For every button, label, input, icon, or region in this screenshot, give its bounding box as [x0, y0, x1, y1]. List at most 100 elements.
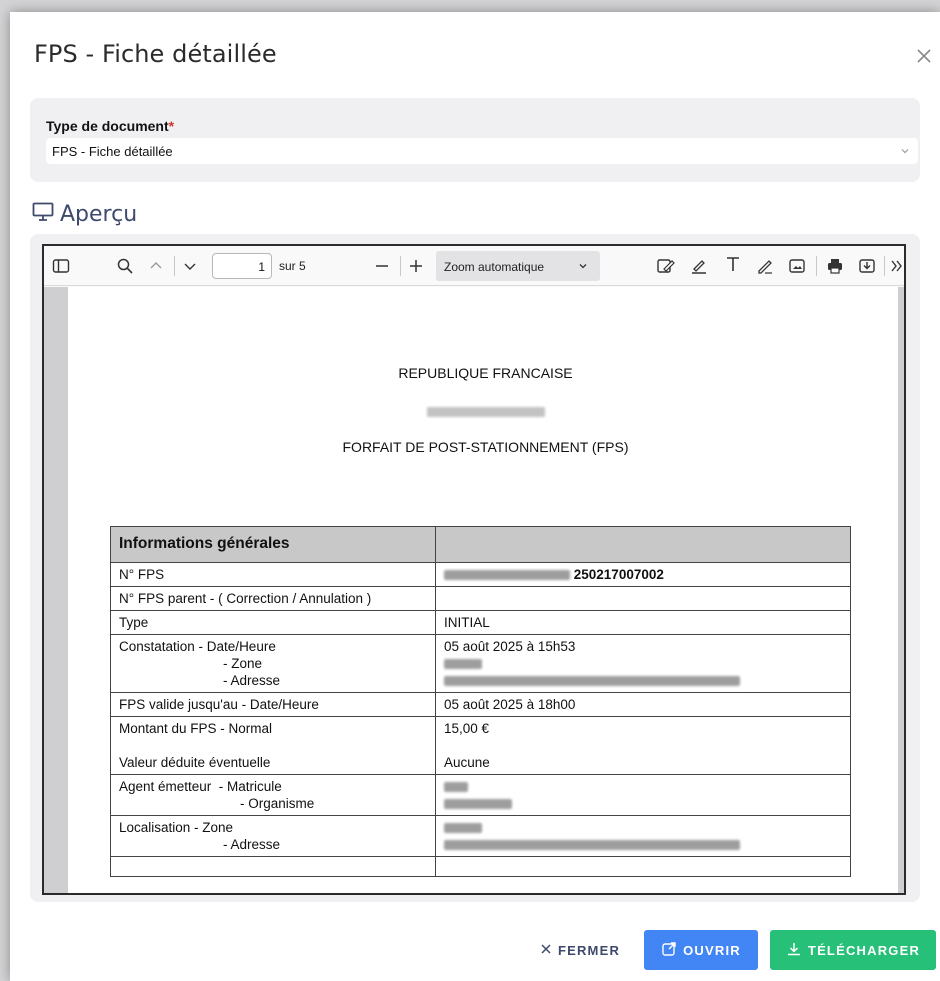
text-icon[interactable] — [724, 252, 742, 276]
table-row: Montant du FPS - Normal Valeur déduite é… — [110, 716, 851, 775]
constat-adresse-value — [444, 672, 842, 689]
zoom-value: Zoom automatique — [444, 260, 545, 274]
deduite-label: Valeur déduite éventuelle — [119, 755, 271, 770]
constat-zone: - Zone — [223, 656, 263, 671]
download-button-label: TÉLÉCHARGER — [807, 942, 921, 958]
toolbar-separator — [884, 256, 885, 276]
loc-label: Localisation - Zone — [119, 820, 234, 835]
document-type-selected: FPS - Fiche détaillée — [52, 144, 173, 159]
chevron-down-icon[interactable] — [182, 254, 198, 278]
row-value — [435, 815, 851, 857]
download-button[interactable]: TÉLÉCHARGER — [770, 930, 936, 970]
row-value: 250217007002 — [435, 562, 851, 587]
monitor-icon — [32, 202, 54, 227]
close-icon — [540, 943, 552, 958]
print-icon[interactable] — [826, 254, 844, 278]
row-value — [435, 586, 851, 611]
zoom-in-icon[interactable] — [408, 254, 424, 278]
row-label: N° FPS parent - ( Correction / Annulatio… — [110, 586, 436, 611]
agent-organisme-value — [444, 795, 842, 812]
highlight-icon[interactable] — [656, 254, 676, 278]
preview-heading: Aperçu — [32, 200, 137, 228]
download-icon[interactable] — [858, 254, 876, 278]
search-icon[interactable] — [116, 254, 134, 278]
row-value: 05 août 2025 à 18h00 — [435, 692, 851, 717]
montant-label: Montant du FPS - Normal — [119, 721, 273, 736]
more-tools-icon[interactable] — [890, 254, 904, 278]
open-button-label: OUVRIR — [683, 942, 741, 958]
table-header-row: Informations générales — [110, 526, 851, 563]
row-label: Agent émetteur - Matricule - Organisme — [110, 774, 436, 816]
pdf-toolbar: 1 sur 5 Zoom automatique — [44, 246, 904, 286]
table-header-cell: Informations générales — [110, 526, 436, 563]
row-value: 15,00 € Aucune — [435, 716, 851, 775]
fps-number: 250217007002 — [573, 567, 664, 582]
row-label: Type — [110, 610, 436, 635]
close-icon[interactable] — [912, 44, 936, 68]
row-value: INITIAL — [435, 610, 851, 635]
agent-matricule-value — [444, 778, 842, 795]
table-header-empty — [435, 526, 851, 563]
page-count: sur 5 — [279, 259, 306, 273]
table-row: Agent émetteur - Matricule - Organisme — [110, 774, 851, 816]
chevron-down-icon — [900, 144, 910, 159]
toolbar-separator — [174, 256, 175, 276]
chevron-down-icon — [578, 260, 588, 274]
doc-heading-republique: REPUBLIQUE FRANCAISE — [398, 365, 573, 381]
table-row — [110, 856, 851, 877]
close-button[interactable]: FERMER — [530, 930, 630, 970]
download-icon — [786, 941, 802, 960]
document-modal: FPS - Fiche détaillée Type de document* … — [10, 12, 940, 981]
constat-label: Constatation - Date/Heure — [119, 639, 276, 654]
loc-adresse-value — [444, 836, 842, 853]
row-label — [110, 856, 436, 877]
external-link-icon — [661, 941, 677, 960]
document-type-select[interactable]: FPS - Fiche détaillée — [46, 138, 918, 164]
info-table: Informations générales N° FPS 2502170070… — [110, 526, 851, 877]
toolbar-separator — [816, 256, 817, 276]
constat-adresse: - Adresse — [223, 673, 281, 688]
constat-zone-value — [444, 655, 842, 672]
zoom-out-icon[interactable] — [374, 254, 390, 278]
row-value — [435, 774, 851, 816]
open-button[interactable]: OUVRIR — [644, 930, 758, 970]
table-row: FPS valide jusqu'au - Date/Heure 05 août… — [110, 692, 851, 717]
agent-organisme: - Organisme — [240, 796, 315, 811]
doc-heading-redacted — [68, 403, 903, 419]
loc-zone-value — [444, 819, 842, 836]
required-asterisk: * — [168, 118, 175, 134]
deduite-value: Aucune — [444, 755, 490, 770]
image-icon[interactable] — [788, 254, 806, 278]
table-row: Constatation - Date/Heure - Zone - Adres… — [110, 634, 851, 693]
table-row: N° FPS parent - ( Correction / Annulatio… — [110, 586, 851, 611]
pdf-page: REPUBLIQUE FRANCAISE FORFAIT DE POST-STA… — [68, 287, 898, 893]
doc-heading-fps: FORFAIT DE POST-STATIONNEMENT (FPS) — [342, 439, 629, 455]
constat-date: 05 août 2025 à 15h53 — [444, 639, 576, 654]
row-value — [435, 856, 851, 877]
preview-card: 1 sur 5 Zoom automatique REPUBLIQUE FRAN… — [30, 234, 920, 902]
document-type-label-text: Type de document — [46, 118, 169, 134]
row-label: Montant du FPS - Normal Valeur déduite é… — [110, 716, 436, 775]
close-button-label: FERMER — [557, 942, 621, 958]
table-row: Type INITIAL — [110, 610, 851, 635]
table-row: N° FPS 250217007002 — [110, 562, 851, 587]
row-label: Localisation - Zone - Adresse — [110, 815, 436, 857]
pencil-icon[interactable] — [756, 254, 774, 278]
modal-title: FPS - Fiche détaillée — [34, 40, 277, 68]
loc-adresse: - Adresse — [223, 837, 281, 852]
page-number-input[interactable]: 1 — [212, 253, 272, 279]
chevron-up-icon[interactable] — [148, 254, 164, 278]
document-type-section: Type de document* FPS - Fiche détaillée — [30, 98, 920, 182]
agent-label: Agent émetteur - Matricule — [119, 779, 282, 794]
row-label: N° FPS — [110, 562, 436, 587]
draw-icon[interactable] — [690, 254, 708, 278]
row-label: FPS valide jusqu'au - Date/Heure — [110, 692, 436, 717]
row-value: 05 août 2025 à 15h53 — [435, 634, 851, 693]
preview-label: Aperçu — [60, 201, 138, 227]
document-area[interactable]: REPUBLIQUE FRANCAISE FORFAIT DE POST-STA… — [44, 287, 904, 893]
zoom-select[interactable]: Zoom automatique — [436, 251, 600, 281]
table-row: Localisation - Zone - Adresse — [110, 815, 851, 857]
document-type-label: Type de document* — [46, 118, 174, 134]
sidebar-toggle-icon[interactable] — [52, 254, 70, 278]
row-label: Constatation - Date/Heure - Zone - Adres… — [110, 634, 436, 693]
